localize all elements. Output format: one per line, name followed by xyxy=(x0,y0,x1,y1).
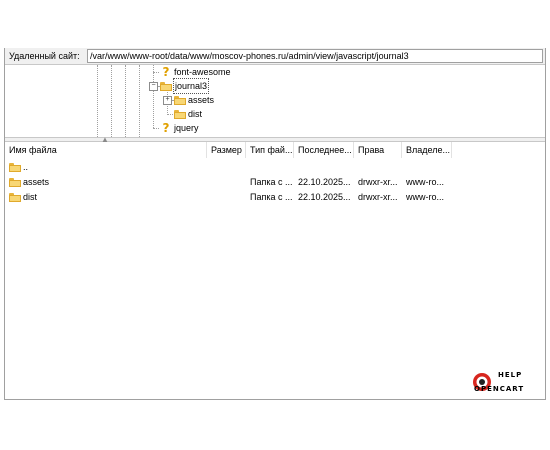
remote-site-pane: Удаленный сайт: ? font-awesome − journal… xyxy=(4,48,546,400)
file-modified: 22.10.2025... xyxy=(298,177,351,187)
folder-icon xyxy=(160,82,172,91)
help-opencart-watermark: HELP OPENCART xyxy=(472,370,544,396)
question-icon: ? xyxy=(162,65,170,79)
folder-icon xyxy=(174,110,186,119)
file-list-header: Имя файла Размер Тип фай... Последнее...… xyxy=(5,142,545,158)
file-type: Папка с ... xyxy=(250,192,293,202)
file-permissions: drwxr-xr... xyxy=(358,177,398,187)
question-icon: ? xyxy=(162,121,170,135)
file-name: .. xyxy=(23,162,29,172)
remote-path-input[interactable] xyxy=(87,49,543,63)
directory-tree[interactable]: ? font-awesome − journal3 + assets dist … xyxy=(5,65,545,137)
file-name: assets xyxy=(23,177,50,187)
file-permissions: drwxr-xr... xyxy=(358,192,398,202)
file-row-parent[interactable]: .. xyxy=(5,160,545,175)
column-header-owner[interactable]: Владеле... xyxy=(402,142,452,158)
file-row-dist[interactable]: dist Папка с ... 22.10.2025... drwxr-xr.… xyxy=(5,190,545,205)
file-name: dist xyxy=(23,192,38,202)
column-header-permissions[interactable]: Права xyxy=(354,142,402,158)
remote-address-bar: Удаленный сайт: xyxy=(5,48,545,65)
expand-assets-icon[interactable]: + xyxy=(163,96,172,105)
folder-icon xyxy=(174,96,186,105)
column-header-name[interactable]: Имя файла xyxy=(5,142,207,158)
file-type: Папка с ... xyxy=(250,177,293,187)
column-header-type[interactable]: Тип фай... xyxy=(246,142,294,158)
column-header-modified[interactable]: Последнее... xyxy=(294,142,354,158)
file-row-assets[interactable]: assets Папка с ... 22.10.2025... drwxr-x… xyxy=(5,175,545,190)
file-owner: www-ro... xyxy=(406,177,444,187)
remote-site-label: Удаленный сайт: xyxy=(9,51,80,61)
watermark-line1: HELP xyxy=(498,371,523,379)
column-header-size[interactable]: Размер xyxy=(207,142,246,158)
collapse-journal3-icon[interactable]: − xyxy=(149,82,158,91)
file-owner: www-ro... xyxy=(406,192,444,202)
file-modified: 22.10.2025... xyxy=(298,192,351,202)
watermark-line2: OPENCART xyxy=(474,385,525,393)
